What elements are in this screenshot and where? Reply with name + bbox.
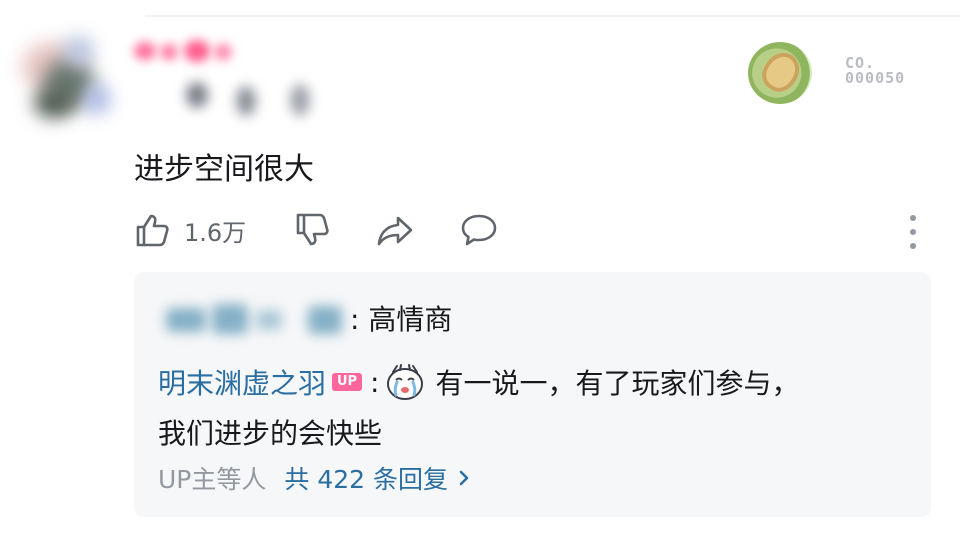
- thumbs-down-icon: [296, 213, 329, 246]
- more-replies-prefix: UP主等人: [158, 465, 267, 494]
- reply-2-author[interactable]: 明末渊虚之羽: [158, 362, 326, 402]
- crying-sticker-icon: [385, 362, 425, 402]
- share-button[interactable]: [376, 212, 414, 248]
- thumbs-up-icon: [136, 214, 169, 247]
- chevron-right-icon: [459, 470, 469, 486]
- avatar[interactable]: [14, 28, 114, 124]
- reply-1-author-blurred[interactable]: [158, 298, 348, 338]
- comment-actions: 1.6万: [134, 212, 934, 252]
- view-more-replies: UP主等人 共 422 条回复: [158, 460, 470, 496]
- like-button[interactable]: 1.6万: [134, 212, 246, 248]
- fan-badge-code: CO. 000050: [845, 56, 925, 86]
- reply-2-text-line2: 我们进步的会快些: [158, 417, 383, 450]
- comment-text: 进步空间很大: [134, 152, 314, 187]
- comment-icon: [461, 214, 497, 246]
- reply-1-text: : 高情商: [350, 303, 453, 336]
- dislike-button[interactable]: [294, 212, 330, 248]
- reply-2: 明末渊虚之羽 UP : 有一说一，有了玩家们参与，: [158, 362, 799, 402]
- share-icon: [377, 216, 413, 246]
- more-replies-link[interactable]: 共 422 条回复: [284, 460, 470, 496]
- reply-2-text-line1: 有一说一，有了玩家们参与，: [435, 367, 800, 400]
- reply-2-colon: :: [370, 365, 380, 399]
- like-count: 1.6万: [184, 218, 247, 247]
- comment-card: CO. 000050 进步空间很大 1.6万: 高情商 明末渊虚之羽 UP:…: [0, 0, 960, 539]
- more-replies-count: 共 422 条回复: [284, 465, 448, 494]
- fan-badge-icon: [748, 42, 812, 104]
- reply-1: : 高情商: [158, 298, 452, 338]
- reply-preview[interactable]: : 高情商 明末渊虚之羽 UP : 有一说一，有了玩家们参与， 我们进步的会快些: [134, 272, 931, 517]
- up-badge: UP: [332, 373, 363, 391]
- divider: [145, 15, 960, 17]
- username-blurred[interactable]: [130, 32, 330, 122]
- more-vertical-icon[interactable]: [905, 215, 921, 249]
- reply-button[interactable]: [460, 212, 498, 248]
- fan-code-line2: 000050: [845, 69, 906, 87]
